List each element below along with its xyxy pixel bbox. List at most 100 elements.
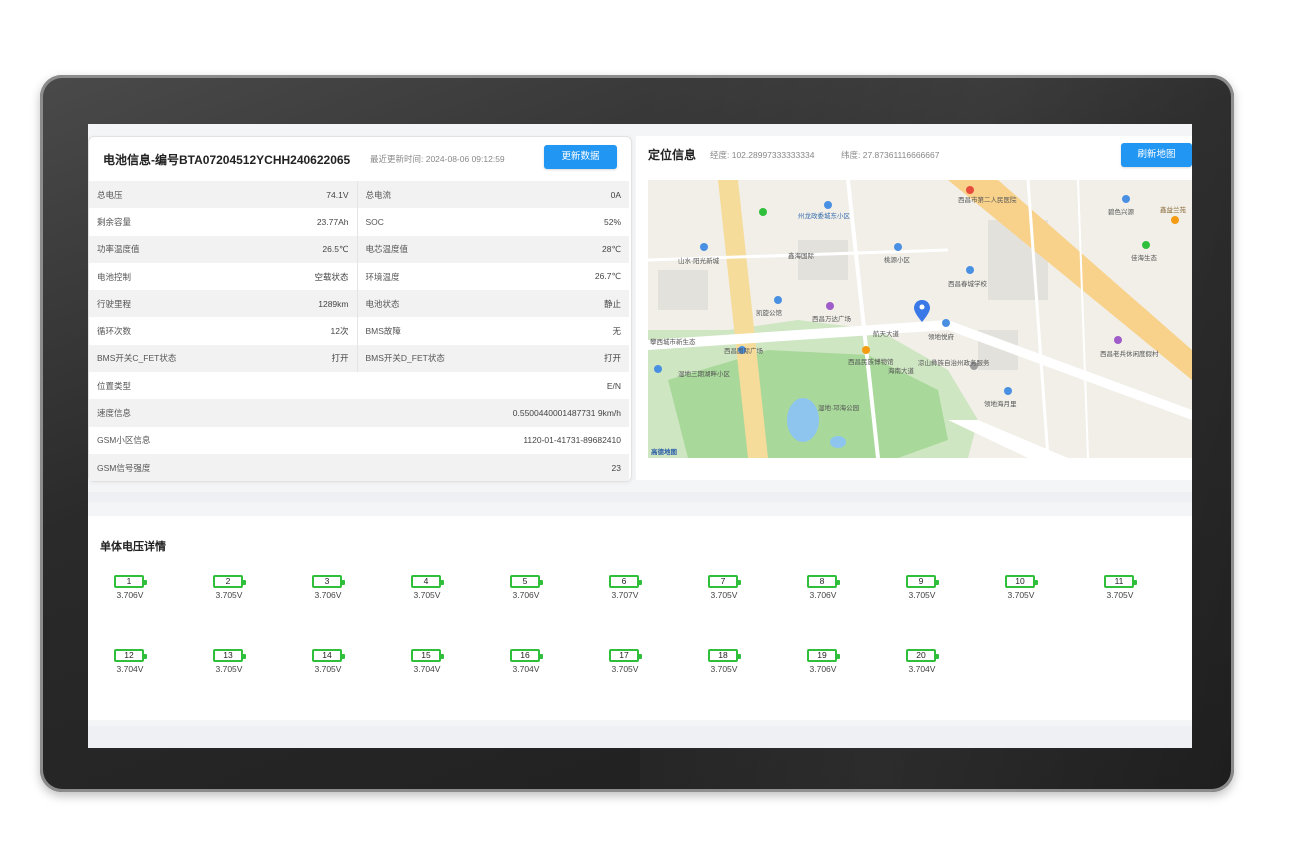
refresh-map-button[interactable]: 刷新地图: [1121, 143, 1192, 167]
info-label: 总电流: [357, 181, 492, 209]
cell-voltage: 3.705V: [215, 590, 243, 600]
section-divider: [88, 492, 1192, 502]
info-label: BMS开关C_FET状态: [89, 344, 224, 373]
info-value: 1120-01-41731-89682410: [523, 435, 621, 446]
battery-info-table: 总电压 74.1V 总电流 0A 剩余容量 23.77Ah SOC 52% 功率温度值 26.5℃…: [89, 181, 629, 482]
cell-item: 3 3.706V: [298, 575, 358, 615]
info-label: GSM信号强度: [89, 453, 224, 482]
info-row: 剩余容量 23.77Ah SOC 52%: [89, 208, 629, 236]
cell-item: 9 3.705V: [892, 575, 952, 615]
info-value: 26.7℃: [594, 271, 621, 282]
info-value: 空载状态: [224, 262, 358, 291]
map-poi-label: 州龙政委城东小区: [798, 213, 850, 220]
cell-voltage: 3.705V: [908, 590, 936, 600]
info-row: GSM小区信息 1120-01-41731-89682410: [89, 427, 629, 454]
info-value: 打开: [492, 344, 629, 373]
map[interactable]: 州龙政委城东小区 西昌市第二人民医院 鑫海国际 山水·阳光新城 桃源小区 西昌春城学校 凯旋…: [648, 180, 1192, 458]
cell-item: 2 3.705V: [199, 575, 259, 615]
map-poi-label: 湿地三期湖畔小区: [678, 371, 730, 378]
cell-item: 20 3.704V: [892, 649, 952, 689]
map-poi-label: 山水·阳光新城: [678, 258, 720, 265]
info-label: 电池状态: [357, 290, 492, 318]
update-data-button[interactable]: 更新数据: [544, 145, 617, 169]
map-poi-label: 鑫益兰苑: [1160, 207, 1186, 214]
location-pin-icon[interactable]: [648, 180, 1192, 458]
location-title: 定位信息: [648, 148, 697, 162]
cell-item: 7 3.705V: [694, 575, 754, 615]
cell-number: 16: [520, 650, 530, 660]
info-value: 打开: [224, 344, 358, 373]
cell-voltage: 3.705V: [215, 664, 243, 674]
cell-voltage: 3.706V: [116, 590, 144, 600]
info-label: 环境温度: [365, 271, 400, 282]
cell-number: 1: [126, 576, 132, 586]
map-poi-label: 凉山彝族自治州政务服务: [918, 360, 990, 367]
info-label: 行驶里程: [89, 290, 224, 318]
cell-number: 6: [621, 576, 627, 586]
info-row: 电池控制 空载状态 环境温度 26.7℃: [89, 262, 629, 291]
cell-number: 2: [225, 576, 231, 586]
info-value: 23: [224, 453, 629, 482]
info-value: 26.5℃: [224, 235, 358, 263]
info-value: 无: [612, 326, 621, 337]
cell-number: 17: [619, 650, 629, 660]
cell-number: 14: [322, 650, 332, 660]
info-label: 总电压: [89, 181, 224, 209]
cell-number: 19: [817, 650, 827, 660]
cell-number: 18: [718, 650, 728, 660]
cell-number: 10: [1015, 576, 1025, 586]
info-row: 循环次数 12次 BMS故障 无: [89, 317, 629, 345]
last-update-time: 最近更新时间: 2024-08-06 09:12:59: [370, 154, 505, 164]
cell-voltage: 3.706V: [314, 590, 342, 600]
info-value: 12次: [224, 317, 358, 345]
info-value: 52%: [603, 216, 621, 227]
map-poi-label: 凯旋公馆: [756, 310, 782, 317]
map-poi-label: 西昌万达广场: [812, 316, 851, 323]
info-value: 23.77Ah: [224, 208, 358, 236]
map-poi-label: 碧色兴源: [1108, 209, 1134, 216]
location-card: 定位信息 经度: 102.28997333333334 纬度: 27.87361…: [636, 136, 1192, 480]
info-label: 功率温度值: [89, 235, 224, 263]
info-label: 电池控制: [97, 271, 132, 282]
cell-number: 4: [423, 576, 429, 586]
cell-number: 11: [1114, 576, 1124, 586]
info-value: 28℃: [492, 235, 629, 263]
cell-item: 12 3.704V: [100, 649, 160, 689]
cell-number: 15: [421, 650, 431, 660]
cell-number: 13: [223, 650, 233, 660]
cell-item: 19 3.706V: [793, 649, 853, 689]
info-label: GSM小区信息: [97, 435, 151, 446]
map-poi-label: 西昌市第二人民医院: [958, 197, 1017, 204]
cell-item: 8 3.706V: [793, 575, 853, 615]
cell-item: 17 3.705V: [595, 649, 655, 689]
longitude: 经度: 102.28997333333334: [710, 150, 815, 160]
map-poi-label: 鑫海国际: [788, 253, 814, 260]
map-poi-label: 海南大道: [888, 368, 914, 375]
cell-voltage: 3.705V: [1007, 590, 1035, 600]
cell-item: 6 3.707V: [595, 575, 655, 615]
screen: 电池信息-编号BTA07204512YCHH240622065 最近更新时间: …: [88, 124, 1192, 748]
map-poi-label: 佳海生态: [1131, 255, 1157, 262]
cell-voltage: 3.704V: [512, 664, 540, 674]
cell-voltage: 3.707V: [611, 590, 639, 600]
info-label: 位置类型: [97, 380, 132, 391]
cell-item: 11 3.705V: [1090, 575, 1150, 615]
cell-item: 18 3.705V: [694, 649, 754, 689]
cell-number: 7: [720, 576, 726, 586]
cell-number: 8: [819, 576, 825, 586]
info-label: BMS开关D_FET状态: [357, 344, 492, 373]
info-label: 剩余容量: [97, 216, 132, 227]
info-row: BMS开关C_FET状态 打开 BMS开关D_FET状态 打开: [89, 344, 629, 373]
info-row: 总电压 74.1V 总电流 0A: [89, 181, 629, 209]
info-value: 静止: [492, 290, 629, 318]
cell-item: 16 3.704V: [496, 649, 556, 689]
info-value: 1289km: [224, 290, 358, 318]
cell-voltage-title: 单体电压详情: [100, 541, 166, 553]
cell-voltage: 3.704V: [413, 664, 441, 674]
cell-number: 5: [522, 576, 528, 586]
cell-number: 3: [324, 576, 330, 586]
cell-item: 15 3.704V: [397, 649, 457, 689]
map-poi-label: 攀西城市新生态: [650, 339, 696, 346]
bottom-strip: [88, 726, 1192, 748]
cell-voltage: 3.706V: [809, 590, 837, 600]
